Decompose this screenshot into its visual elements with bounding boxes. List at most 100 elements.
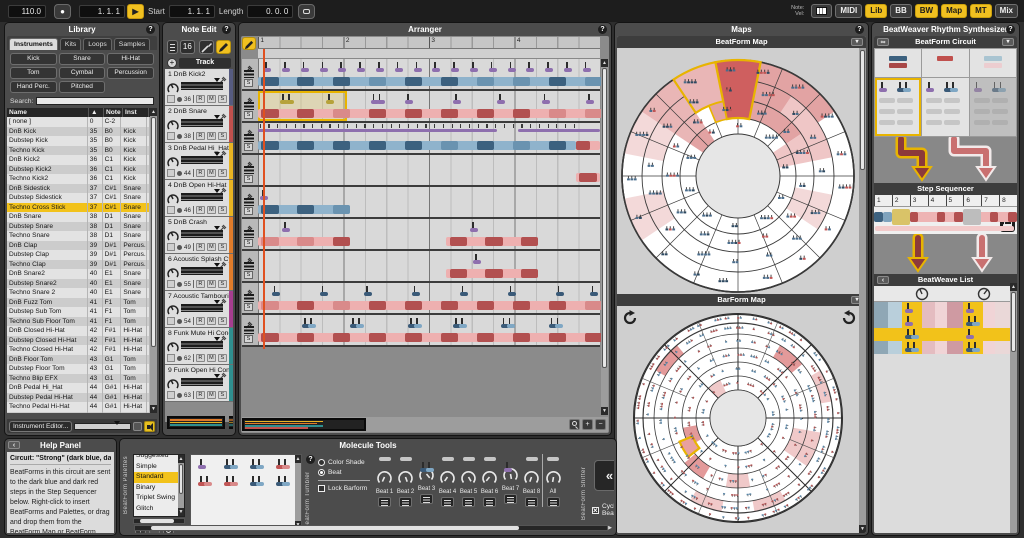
volume-fader[interactable] <box>181 156 223 164</box>
s-button[interactable]: S <box>218 95 227 103</box>
color-shade-option[interactable]: Color Shade <box>318 459 370 466</box>
beatweave-row[interactable] <box>874 328 1017 341</box>
arranger-overview[interactable] <box>242 418 366 431</box>
add-track-button[interactable]: + <box>167 58 177 68</box>
view-button-map[interactable]: Map <box>941 4 967 18</box>
step-number[interactable]: 6 <box>963 195 981 206</box>
column-header[interactable]: ▲ <box>89 108 104 117</box>
knob[interactable] <box>479 469 500 489</box>
solo-button[interactable]: S <box>244 271 253 279</box>
table-row[interactable]: DnB Clap39D#1Percus... <box>7 241 150 251</box>
view-button-bw[interactable]: BW <box>915 4 938 18</box>
step-segment[interactable] <box>990 212 999 222</box>
palette-vscroll[interactable]: ▲▼ <box>178 455 184 516</box>
table-header[interactable]: Name▲NoteInstU <box>7 108 157 117</box>
table-row[interactable]: [ none ]0C-2 <box>7 117 150 127</box>
preview-volume-slider[interactable] <box>74 423 131 430</box>
palette-item[interactable]: Binary <box>134 483 178 494</box>
infinity-button[interactable]: ∞ <box>877 38 889 46</box>
table-row[interactable]: Dubstep Floor Tom43G1Tom <box>7 364 150 374</box>
table-row[interactable]: Dubstep Kick35B0Kick <box>7 136 150 146</box>
volume-fader[interactable] <box>181 378 223 386</box>
table-row[interactable]: Techno Sub Floor Tom41F1Tom <box>7 317 150 327</box>
color-swatch[interactable] <box>167 243 175 251</box>
r-button[interactable]: R <box>196 354 205 362</box>
palette-item[interactable]: Glitch <box>134 504 178 515</box>
m-button[interactable]: M <box>207 280 216 288</box>
palette-item[interactable]: Simple <box>134 462 178 473</box>
r-button[interactable]: R <box>196 132 205 140</box>
solo-button[interactable]: S <box>244 207 253 215</box>
arranger-row[interactable] <box>258 59 600 91</box>
arranger-row[interactable] <box>258 219 600 251</box>
list-scrollbar[interactable]: ▲ <box>1010 283 1017 533</box>
beatweave-list[interactable] <box>874 302 1017 354</box>
category-button[interactable]: Hand Perc. <box>10 81 57 93</box>
color-swatch[interactable] <box>167 206 175 214</box>
scroll-down-icon[interactable]: ▼ <box>601 407 608 415</box>
stop-preview-button[interactable] <box>133 422 142 431</box>
step-segment[interactable] <box>963 209 982 225</box>
note-list-button[interactable] <box>167 40 178 54</box>
tumbler-knob-column[interactable]: Beat 4 <box>437 454 458 507</box>
step-segment[interactable] <box>937 212 946 222</box>
table-row[interactable]: DnB Fuzz Tom41F1Tom <box>7 298 150 308</box>
table-row[interactable]: DnB Snare240E1Snare <box>7 269 150 279</box>
tumbler-knob-column[interactable]: Beat 7 <box>500 454 521 507</box>
solo-button[interactable]: S <box>244 303 253 311</box>
scroll-up-icon[interactable]: ▲ <box>178 455 184 463</box>
record-button[interactable]: ● <box>54 4 71 19</box>
table-row[interactable]: DnB Sidestick37C#1Snare <box>7 184 150 194</box>
table-row[interactable]: Dubstep Kick236C1Kick <box>7 165 150 175</box>
palette-item[interactable]: Standard <box>134 472 178 483</box>
view-button-mix[interactable]: Mix <box>995 4 1018 18</box>
help-icon[interactable]: ? <box>598 25 607 34</box>
category-button[interactable]: Cymbal <box>59 67 106 79</box>
volume-fader[interactable] <box>181 82 223 90</box>
track-module[interactable]: 1 DnB Kick236RMS <box>165 69 233 106</box>
tumbler-knob-column[interactable]: Beat 5 <box>458 454 479 507</box>
grid-resolution-field[interactable]: 16 <box>180 40 195 54</box>
tab-kits[interactable]: Kits <box>60 38 81 50</box>
volume-fader[interactable] <box>181 304 223 312</box>
arranger-row[interactable] <box>258 187 600 219</box>
scroll-down-icon[interactable]: ▼ <box>178 508 184 516</box>
view-button-lib[interactable]: Lib <box>865 4 887 18</box>
s-button[interactable]: S <box>218 280 227 288</box>
step-number[interactable]: 2 <box>892 195 910 206</box>
palette-item[interactable]: Suggested <box>134 454 178 462</box>
view-button-bb[interactable]: BB <box>890 4 912 18</box>
step-segment[interactable] <box>892 209 910 225</box>
volume-fader[interactable] <box>181 230 223 238</box>
m-button[interactable]: M <box>207 243 216 251</box>
arranger-vscroll[interactable]: ▲ ▼ <box>601 59 608 415</box>
s-button[interactable]: S <box>218 132 227 140</box>
tempo-field[interactable]: 110.0 <box>8 5 46 18</box>
start-field[interactable]: 1. 1. 1 <box>169 5 215 18</box>
table-row[interactable]: Dubstep Closed Hi-Hat42F#1Hi-Hat <box>7 336 150 346</box>
collapse-button[interactable]: ‹ <box>8 441 20 449</box>
arranger-grid[interactable] <box>258 59 600 347</box>
step-segment[interactable] <box>1008 212 1017 222</box>
cycle-beatforms-option[interactable]: Cycle BeatForms <box>592 503 614 517</box>
m-button[interactable]: M <box>207 169 216 177</box>
circuit-beatform-cell[interactable] <box>970 78 1016 136</box>
knob[interactable] <box>395 469 416 489</box>
row-controls[interactable]: S <box>242 251 258 283</box>
table-row[interactable]: Dubstep Snare240E1Snare <box>7 279 150 289</box>
beatweave-row[interactable] <box>874 302 1017 315</box>
row-controls[interactable]: S <box>242 187 258 219</box>
table-row[interactable]: Dubstep Clap39D#1Percus... <box>7 250 150 260</box>
table-row[interactable]: Techno Pedal Hi-Hat44G#1Hi-Hat <box>7 402 150 412</box>
pin-icon[interactable] <box>219 219 227 227</box>
pin-icon[interactable] <box>219 108 227 116</box>
play-button[interactable]: ▶ <box>127 4 144 19</box>
step-bars[interactable] <box>874 207 1017 234</box>
color-swatch[interactable] <box>167 317 175 325</box>
table-row[interactable]: Techno Snare38D1Snare <box>7 231 150 241</box>
list-button[interactable] <box>525 497 538 507</box>
circuit-beatform-cell[interactable] <box>922 78 968 136</box>
category-button[interactable]: Hi-Hat <box>107 53 154 65</box>
loop-button[interactable] <box>298 4 315 19</box>
table-row[interactable]: DnB Closed Hi-Hat42F#1Hi-Hat <box>7 326 150 336</box>
